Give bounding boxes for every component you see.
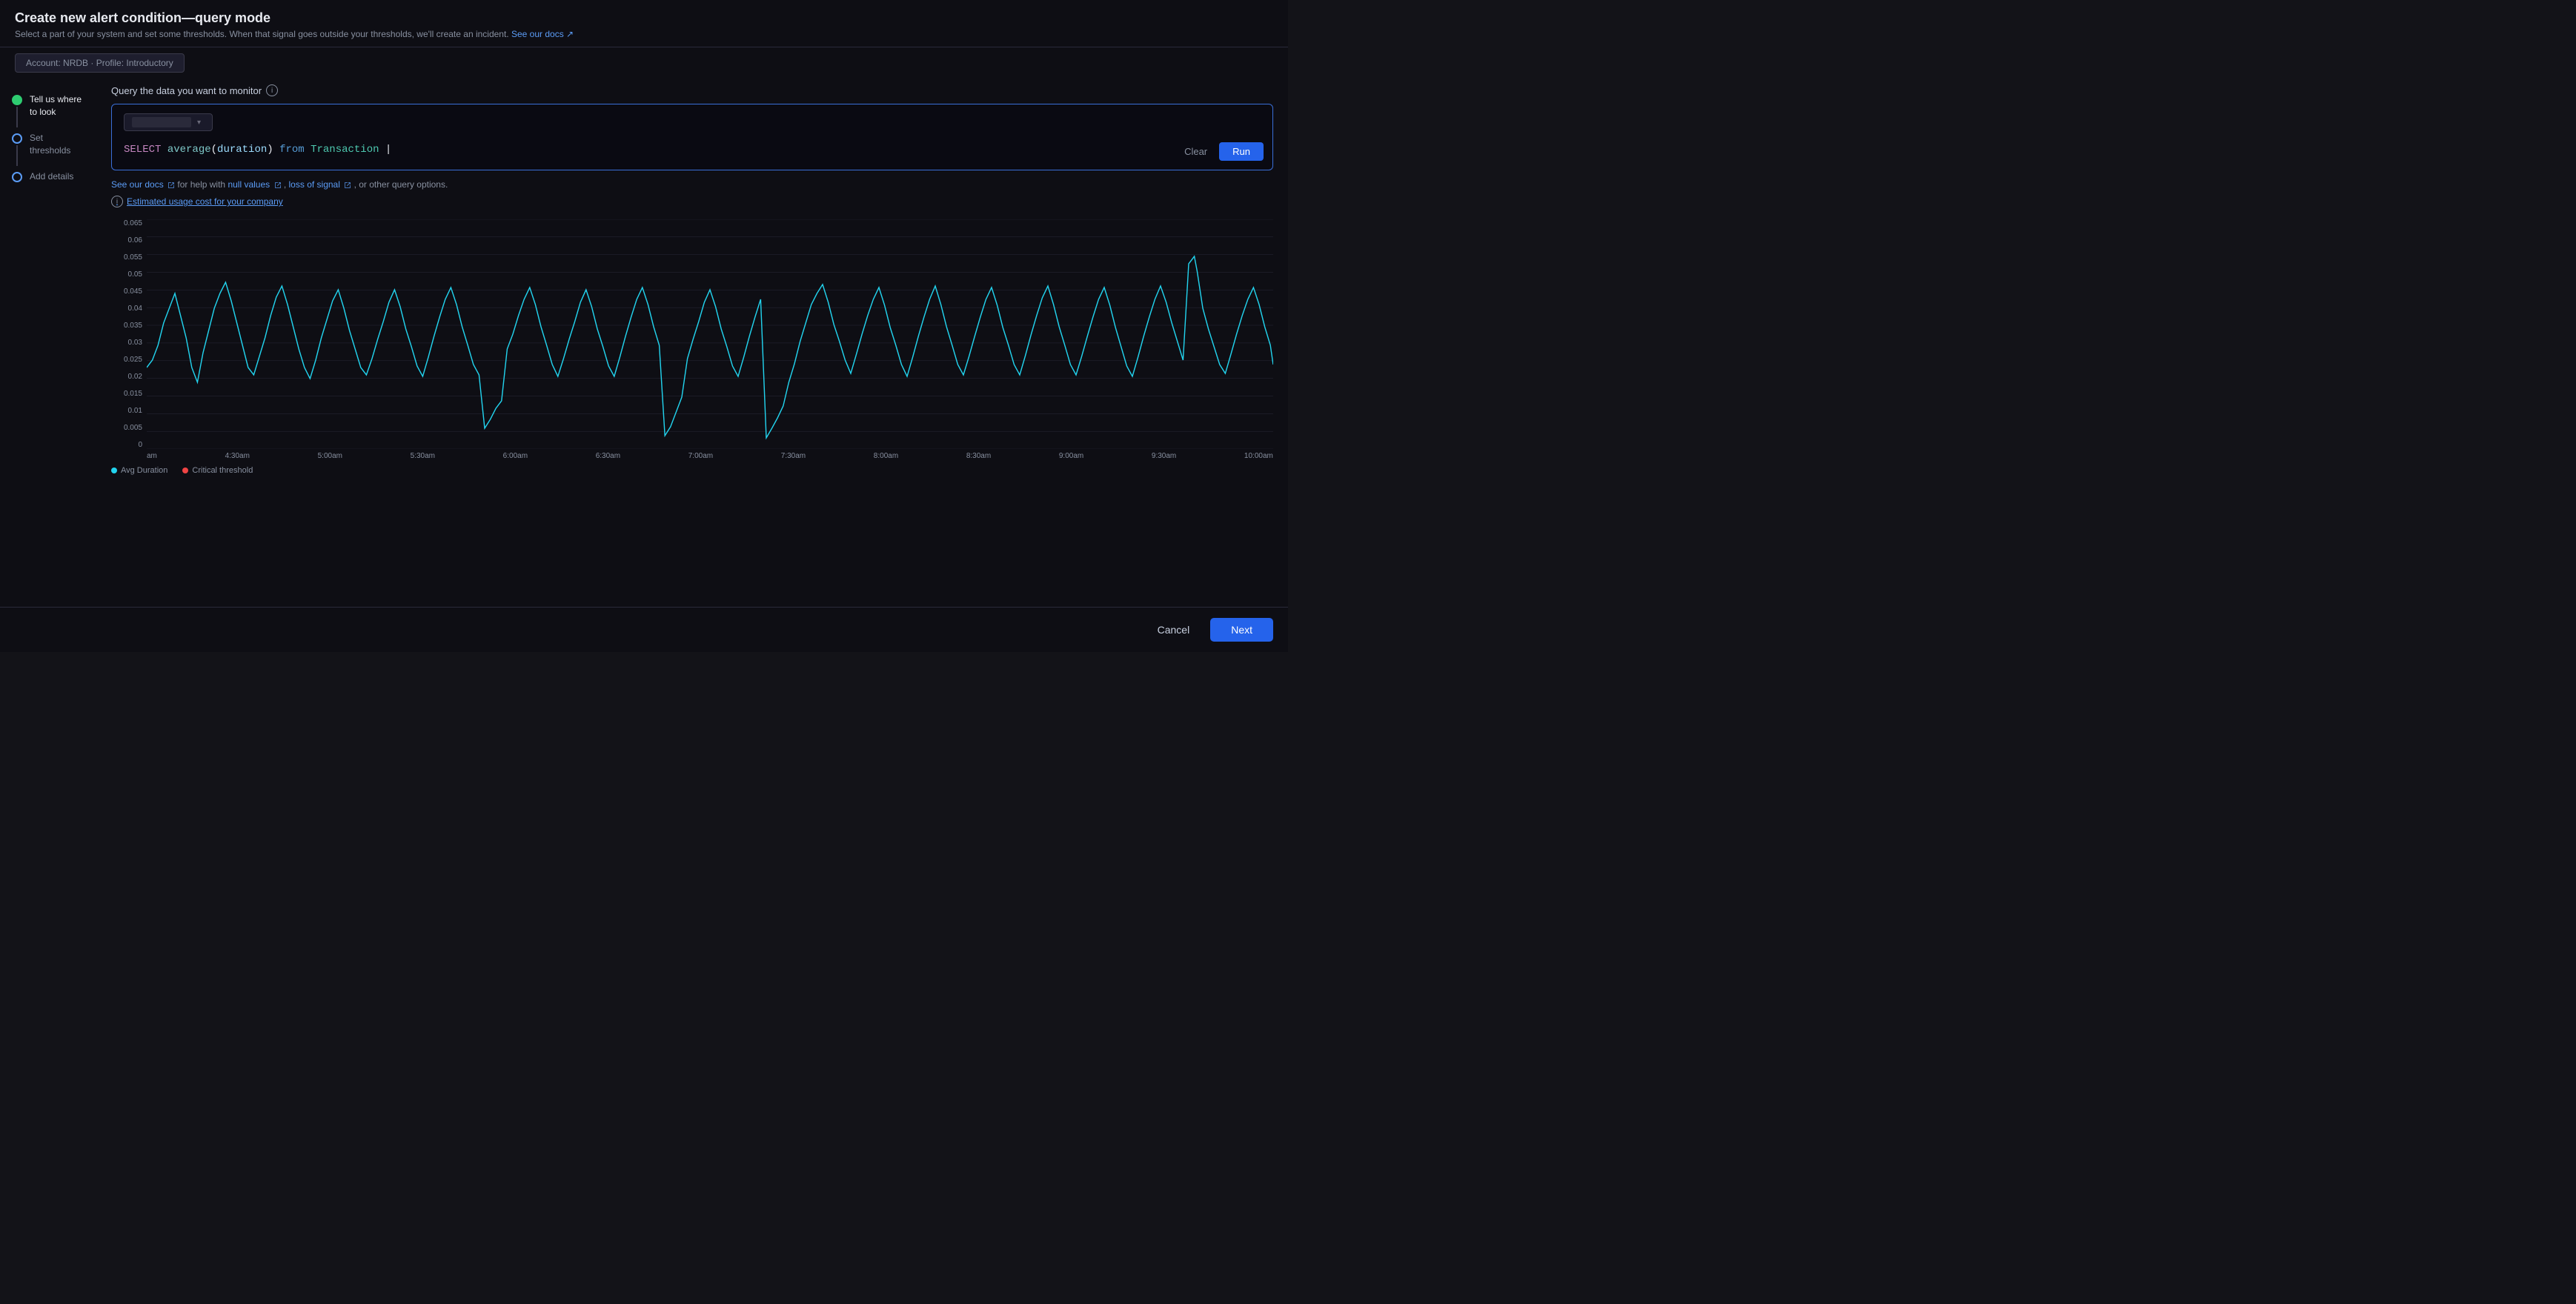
step-add-details: Add details (12, 170, 84, 183)
query-dropdown[interactable]: ▾ (124, 113, 213, 131)
loss-of-signal-link[interactable]: loss of signal (289, 179, 354, 190)
null-values-link[interactable]: null values (228, 179, 283, 190)
page-header: Create new alert condition—query mode Se… (0, 0, 1288, 47)
keyword-table: Transaction (311, 144, 379, 156)
tab-bar: Account: NRDB · Profile: Introductory (0, 47, 1288, 73)
dropdown-value (132, 117, 191, 127)
x-axis: am 4:30am 5:00am 5:30am 6:00am 6:30am 7:… (111, 452, 1273, 460)
next-button[interactable]: Next (1210, 618, 1273, 642)
avg-duration-line (147, 256, 1273, 438)
info-icon[interactable]: i (266, 84, 278, 96)
keyword-select: SELECT (124, 144, 161, 156)
page-subtitle: Select a part of your system and set som… (15, 29, 1273, 39)
step-label-3: Add details (30, 170, 73, 183)
step-dot-2 (12, 133, 22, 144)
legend-avg-duration: Avg Duration (111, 466, 167, 475)
step-line-2 (16, 145, 18, 166)
run-button[interactable]: Run (1219, 142, 1264, 161)
page-footer: Cancel Next (0, 607, 1288, 652)
keyword-from: from (279, 144, 305, 156)
page-title: Create new alert condition—query mode (15, 10, 1273, 26)
step-line-1 (16, 107, 18, 127)
step-tell-us: Tell us where to look (12, 93, 84, 129)
y-axis: 0.065 0.06 0.055 0.05 0.045 0.04 0.035 0… (111, 219, 147, 449)
main-content: Query the data you want to monitor i ▾ S… (96, 73, 1288, 607)
cancel-button[interactable]: Cancel (1146, 619, 1202, 641)
query-actions: Clear Run (1178, 142, 1264, 161)
cost-info-icon: i (111, 196, 123, 207)
query-editor[interactable]: SELECT average(duration) from Transactio… (124, 139, 1261, 161)
legend-critical: Critical threshold (182, 466, 253, 475)
keyword-fn: average (167, 144, 211, 156)
steps-sidebar: Tell us where to look Set thresholds Add… (0, 73, 96, 607)
chart-with-y-axis: 0.065 0.06 0.055 0.05 0.045 0.04 0.035 0… (111, 219, 1273, 449)
cost-link[interactable]: i Estimated usage cost for your company (111, 196, 1273, 207)
legend-dot-critical (182, 468, 188, 473)
chevron-down-icon: ▾ (197, 119, 201, 127)
chart-legend: Avg Duration Critical threshold (111, 466, 1273, 475)
chart-canvas (147, 219, 1273, 449)
step-label-1: Tell us where to look (30, 93, 84, 119)
account-tab[interactable]: Account: NRDB · Profile: Introductory (15, 53, 185, 73)
step-dot-3 (12, 172, 22, 182)
chart-svg (147, 219, 1273, 449)
chart-section: 0.065 0.06 0.055 0.05 0.045 0.04 0.035 0… (111, 219, 1273, 475)
step-label-2: Set thresholds (30, 132, 84, 157)
query-help-links: See our docs for help with null values ,… (111, 179, 1273, 190)
clear-button[interactable]: Clear (1178, 142, 1213, 161)
step-dot-1 (12, 95, 22, 105)
query-section-label: Query the data you want to monitor i (111, 84, 1273, 96)
query-box: ▾ SELECT average(duration) from Transact… (111, 104, 1273, 170)
step-set-thresholds: Set thresholds (12, 132, 84, 167)
legend-dot-avg (111, 468, 117, 473)
docs-link-header[interactable]: See our docs ↗ (511, 29, 574, 39)
see-our-docs-link[interactable]: See our docs (111, 179, 177, 190)
